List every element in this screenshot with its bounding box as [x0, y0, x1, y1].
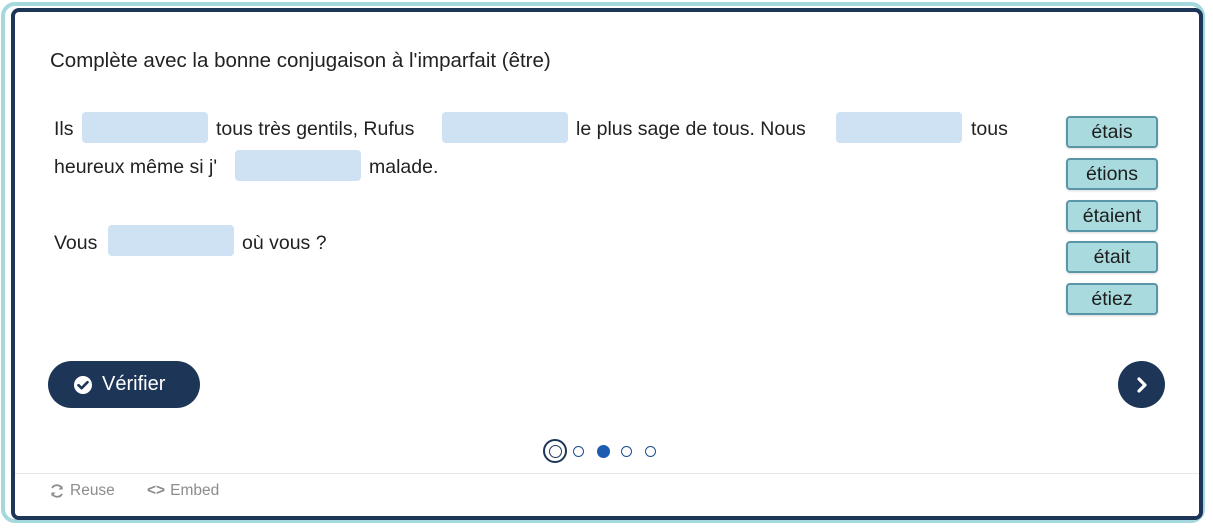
blank-drop-zone-3[interactable] [836, 112, 962, 143]
blank-drop-zone-5[interactable] [108, 225, 234, 256]
draggable-word[interactable]: étais [1066, 116, 1158, 148]
pagination-dot[interactable] [573, 445, 584, 457]
reuse-label: Reuse [70, 482, 115, 499]
draggable-word[interactable]: étaient [1066, 200, 1158, 232]
blank-drop-zone-1[interactable] [82, 112, 208, 143]
footer-bar: Reuse <> Embed [15, 473, 1199, 516]
check-button-label: Vérifier [102, 373, 166, 395]
sentence-text: le plus sage de tous. Nous [576, 118, 806, 140]
code-icon: <> [147, 482, 166, 499]
sentence-text: Ils [54, 118, 74, 140]
blank-drop-zone-4[interactable] [235, 150, 361, 181]
draggable-word[interactable]: était [1066, 241, 1158, 273]
draggable-word[interactable]: étions [1066, 158, 1158, 190]
sentence-text: heureux même si j' [54, 156, 218, 178]
embed-link[interactable]: <> Embed [147, 482, 219, 500]
activity-container: Complète avec la bonne conjugaison à l'i… [11, 8, 1203, 520]
question-title: Complète avec la bonne conjugaison à l'i… [50, 49, 551, 72]
pagination-dot[interactable] [621, 445, 632, 457]
check-circle-icon [74, 375, 92, 394]
sentence-text: tous très gentils, Rufus [216, 118, 415, 140]
pagination [543, 439, 669, 463]
chevron-right-icon [1136, 376, 1147, 393]
sentence-text: où vous ? [242, 232, 327, 254]
reuse-link[interactable]: Reuse [49, 482, 115, 500]
pagination-dot[interactable] [645, 445, 656, 457]
sentence-text: malade. [369, 156, 439, 178]
refresh-icon [51, 484, 63, 498]
sentence-text: tous [971, 118, 1008, 140]
check-button[interactable]: Vérifier [48, 361, 200, 408]
pagination-dot-answered[interactable] [597, 444, 610, 458]
pagination-dot-current[interactable] [543, 439, 567, 463]
sentence-text: Vous [54, 232, 98, 254]
next-button[interactable] [1118, 361, 1165, 408]
embed-label: Embed [170, 482, 220, 499]
blank-drop-zone-2[interactable] [442, 112, 568, 143]
draggable-word[interactable]: étiez [1066, 283, 1158, 315]
